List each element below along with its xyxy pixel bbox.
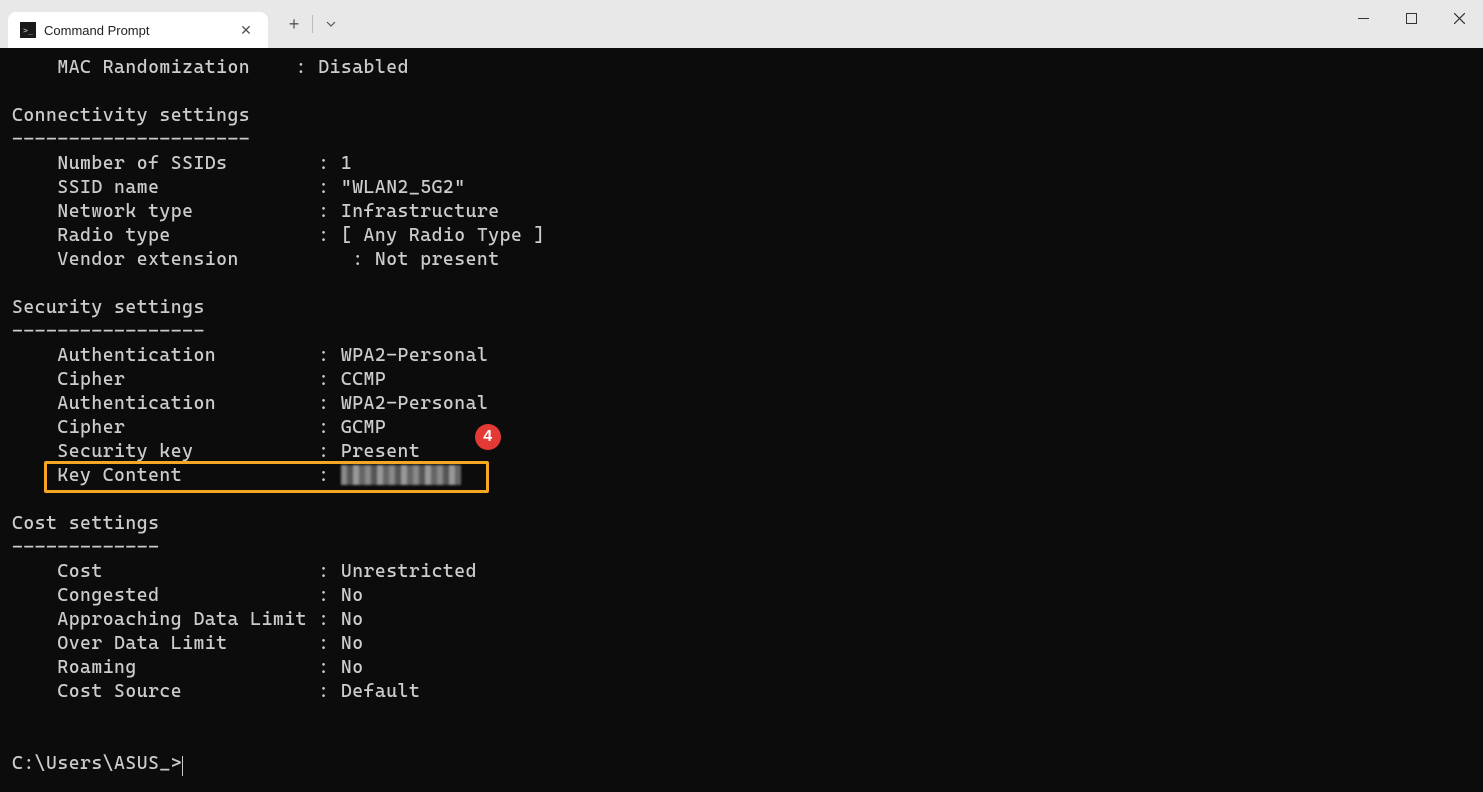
- output-line: Cost Source : Default: [12, 681, 420, 702]
- terminal-output[interactable]: MAC Randomization : Disabled Connectivit…: [0, 48, 1483, 792]
- terminal-tab[interactable]: Command Prompt ✕: [8, 12, 268, 48]
- output-line: Cost : Unrestricted: [12, 561, 477, 582]
- tab-actions: +: [276, 0, 349, 48]
- output-line: Radio type : [ Any Radio Type ]: [12, 225, 545, 246]
- tab-close-button[interactable]: ✕: [236, 20, 256, 40]
- output-line: SSID name : "WLAN2_5G2": [12, 177, 466, 198]
- output-line: Number of SSIDs : 1: [12, 153, 352, 174]
- output-line: Over Data Limit : No: [12, 633, 364, 654]
- divider-line: ---------------------: [12, 129, 250, 150]
- title-bar: Command Prompt ✕ +: [0, 0, 1483, 48]
- chevron-down-icon: [326, 21, 336, 27]
- section-header-security: Security settings: [12, 297, 205, 318]
- divider-line: -----------------: [12, 321, 205, 342]
- output-line: Vendor extension : Not present: [12, 249, 500, 270]
- divider-line: -------------: [12, 537, 159, 558]
- close-icon: [1454, 13, 1465, 24]
- new-tab-button[interactable]: +: [276, 6, 312, 42]
- section-header-connectivity: Connectivity settings: [12, 105, 250, 126]
- output-line: MAC Randomization : Disabled: [12, 57, 409, 78]
- prompt-line[interactable]: C:\Users\ASUS_>: [12, 753, 183, 774]
- minimize-button[interactable]: [1339, 0, 1387, 36]
- output-line: Cipher : GCMP: [12, 417, 386, 438]
- close-button[interactable]: [1435, 0, 1483, 36]
- command-prompt-icon: [20, 22, 36, 38]
- redacted-key-content: [341, 465, 461, 485]
- maximize-icon: [1406, 13, 1417, 24]
- output-line: Cipher : CCMP: [12, 369, 386, 390]
- output-line: Security key : Present: [12, 441, 420, 462]
- tab-title: Command Prompt: [44, 23, 236, 38]
- tab-dropdown-button[interactable]: [313, 6, 349, 42]
- output-line: Roaming : No: [12, 657, 364, 678]
- output-line: Authentication : WPA2-Personal: [12, 393, 488, 414]
- output-line-key-content: Key Content :: [12, 465, 461, 486]
- output-line: Authentication : WPA2-Personal: [12, 345, 488, 366]
- section-header-cost: Cost settings: [12, 513, 159, 534]
- output-line: Approaching Data Limit : No: [12, 609, 364, 630]
- maximize-button[interactable]: [1387, 0, 1435, 36]
- minimize-icon: [1358, 18, 1369, 19]
- output-line: Congested : No: [12, 585, 364, 606]
- output-line: Network type : Infrastructure: [12, 201, 500, 222]
- cursor: [182, 756, 183, 776]
- annotation-badge: 4: [475, 424, 501, 450]
- window-controls: [1339, 0, 1483, 48]
